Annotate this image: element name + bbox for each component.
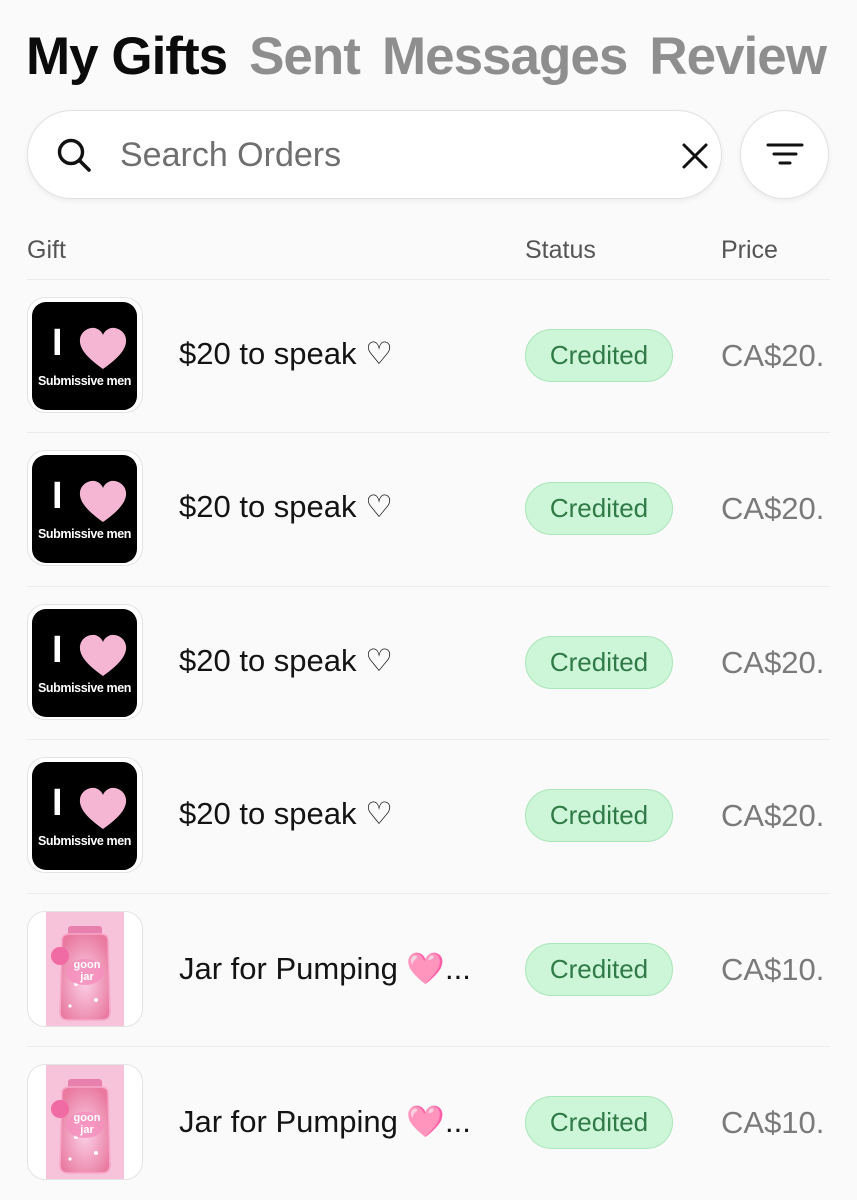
gift-name: Jar for Pumping 🩷... — [179, 1104, 471, 1139]
thumb-caption: Submissive men — [37, 680, 132, 695]
gift-thumbnail[interactable]: I Submissive men — [27, 603, 143, 720]
thumb-caption: Submissive men — [37, 834, 132, 849]
search-bar — [27, 110, 722, 199]
column-header-status: Status — [525, 236, 596, 264]
jar-label: goon jar — [73, 958, 101, 983]
thumb-caption: Submissive men — [37, 374, 132, 388]
column-header-gift: Gift — [27, 236, 66, 264]
thumb-letter: I — [52, 475, 63, 518]
filter-icon — [766, 143, 804, 165]
thumb-letter: I — [52, 628, 63, 671]
close-icon[interactable] — [680, 141, 710, 171]
gift-image-i-heart: I Submissive men — [32, 302, 137, 410]
price-value: CA$10. — [721, 951, 825, 987]
status-badge: Credited — [525, 1096, 673, 1149]
tab-sent[interactable]: Sent — [249, 22, 361, 92]
gift-thumbnail[interactable]: I Submissive men — [27, 297, 143, 413]
table-row[interactable]: I Submissive men $20 to speak ♡ Credited CA$… — [27, 739, 830, 892]
gifts-page: My Gifts Sent Messages Review Gift Status P… — [0, 0, 857, 1200]
price-value: CA$20. — [721, 644, 825, 680]
price-value: CA$20. — [721, 491, 825, 527]
gift-name: $20 to speak ♡ — [179, 642, 393, 678]
status-badge: Credited — [525, 329, 673, 382]
search-input[interactable] — [120, 131, 630, 179]
gift-thumbnail[interactable]: I Submissive men — [27, 757, 143, 874]
heart-icon — [79, 327, 127, 369]
gift-image-i-heart: I Submissive men — [32, 762, 137, 871]
gift-name: $20 to speak ♡ — [179, 796, 393, 832]
heart-icon — [79, 634, 127, 676]
price-value: CA$20. — [721, 338, 825, 373]
thumb-letter: I — [52, 322, 63, 364]
table-row[interactable]: I Submissive men $20 to speak ♡ Credited CA$… — [27, 279, 830, 432]
heart-icon — [79, 788, 127, 830]
gift-name: $20 to speak ♡ — [179, 336, 393, 371]
column-header-price: Price — [721, 236, 778, 264]
price-value: CA$20. — [721, 798, 825, 834]
status-badge: Credited — [525, 942, 673, 996]
table-row[interactable]: I Submissive men $20 to speak ♡ Credited CA$… — [27, 432, 830, 585]
table-row[interactable]: goon jar Jar for Pumping 🩷... Credited CA$1… — [27, 892, 830, 1046]
tab-reviews[interactable]: Review — [649, 22, 827, 92]
table-row[interactable]: I Submissive men $20 to speak ♡ Credited CA$… — [27, 585, 830, 739]
gift-image-i-heart: I Submissive men — [32, 455, 137, 564]
tab-messages[interactable]: Messages — [382, 22, 628, 92]
search-icon — [57, 138, 91, 172]
gift-thumbnail[interactable]: goon jar — [27, 910, 143, 1027]
gift-name: Jar for Pumping 🩷... — [179, 950, 471, 986]
tab-my-gifts[interactable]: My Gifts — [26, 22, 228, 92]
thumb-caption: Submissive men — [37, 527, 132, 542]
gift-name: $20 to speak ♡ — [179, 489, 393, 525]
tab-bar: My Gifts Sent Messages Review — [26, 22, 830, 92]
price-value: CA$10. — [721, 1105, 825, 1140]
jar-label: goon jar — [73, 1112, 101, 1136]
gift-image-i-heart: I Submissive men — [32, 608, 137, 717]
filter-button[interactable] — [740, 110, 829, 199]
status-badge: Credited — [525, 635, 673, 689]
status-badge: Credited — [525, 482, 673, 536]
status-badge: Credited — [525, 789, 673, 843]
table-row[interactable]: goon jar Jar for Pumping 🩷... Credited CA$1… — [27, 1046, 830, 1199]
gift-thumbnail[interactable]: goon jar — [27, 1064, 143, 1180]
heart-icon — [79, 481, 127, 523]
thumb-letter: I — [52, 782, 63, 825]
gift-thumbnail[interactable]: I Submissive men — [27, 450, 143, 567]
